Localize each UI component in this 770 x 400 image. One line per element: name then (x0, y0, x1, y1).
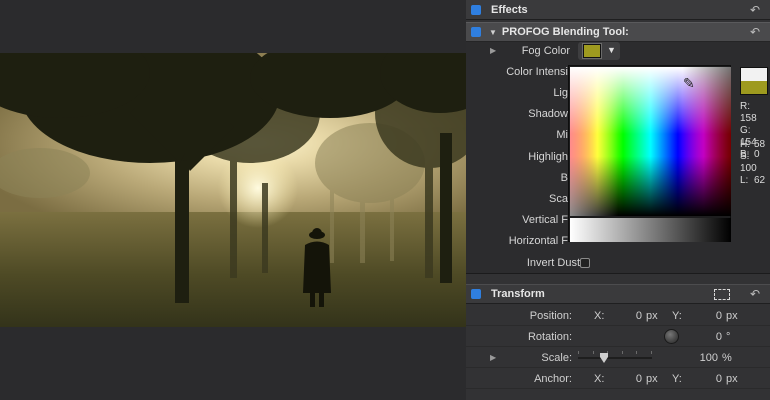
effects-title: Effects (491, 3, 528, 16)
scale-value[interactable]: 100 (688, 352, 718, 364)
invert-dust-label: Invert Dust (526, 257, 580, 269)
effects-header[interactable]: Effects ↶ (466, 0, 770, 20)
param-label: Horizontal F (508, 235, 568, 247)
profog-header[interactable]: ▼ PROFOG Blending Tool: ↶ (466, 22, 770, 42)
hsl-h: H: 58 (740, 139, 766, 150)
hsl-s: S:100 (740, 151, 757, 174)
position-x-key: X: (594, 310, 605, 322)
param-row-invert-dust: Invert Dust (466, 254, 770, 274)
rotation-unit: ° (726, 331, 731, 343)
anchor-label: Anchor: (534, 373, 572, 385)
color-picker-popup: ✎ (568, 65, 731, 242)
onscreen-controls-icon[interactable] (714, 289, 730, 300)
rotation-value[interactable]: 0 (692, 331, 722, 343)
fog-color-swatch[interactable] (582, 43, 602, 59)
expanded-triangle-icon[interactable]: ▼ (489, 28, 497, 37)
current-color-swatch (741, 81, 767, 94)
param-label: Shadow (528, 108, 568, 120)
position-label: Position: (529, 310, 572, 322)
position-y-key: Y: (672, 310, 682, 322)
position-y-unit: px (726, 310, 738, 322)
transform-title: Transform (491, 288, 545, 300)
app-window: Effects ↶ ▼ PROFOG Blending Tool: ↶ ▶ Fo… (0, 0, 770, 400)
color-spectrum[interactable]: ✎ (570, 67, 731, 216)
position-x-value[interactable]: 0 (612, 310, 642, 322)
position-row: Position: X: 0 px Y: 0 px (466, 306, 770, 326)
fog-color-label: Fog Color (521, 45, 570, 57)
profog-enable-checkbox[interactable] (471, 27, 481, 37)
scale-label: Scale: (541, 352, 572, 364)
chevron-down-icon[interactable]: ▼ (607, 45, 616, 55)
anchor-x-key: X: (594, 373, 605, 385)
anchor-y-unit: px (726, 373, 738, 385)
param-label: Vertical F (522, 214, 568, 226)
position-y-value[interactable]: 0 (692, 310, 722, 322)
grayscale-bar[interactable] (570, 218, 731, 242)
param-label: Mi (556, 129, 568, 141)
viewer (0, 0, 466, 400)
color-preview (740, 67, 768, 95)
param-label: Sca (549, 193, 568, 205)
param-label: B (560, 172, 568, 184)
param-label: Lig (553, 87, 568, 99)
anchor-x-value[interactable]: 0 (612, 373, 642, 385)
anchor-row: Anchor: X: 0 px Y: 0 px (466, 369, 770, 389)
reset-icon[interactable]: ↶ (750, 25, 760, 39)
param-label: Color Intensi (506, 66, 568, 78)
rotation-row: Rotation: 0 ° (466, 327, 770, 347)
rotation-label: Rotation: (527, 331, 572, 343)
foggy-trees-photo (0, 53, 466, 307)
disclosure-triangle-icon[interactable]: ▶ (490, 46, 496, 55)
previous-color-swatch (741, 68, 767, 81)
eyedropper-icon[interactable]: ✎ (683, 75, 695, 92)
hsl-readout: H: 58 S:100 L: 62 (740, 139, 770, 187)
viewer-image (0, 53, 466, 327)
invert-dust-checkbox[interactable] (580, 258, 590, 268)
profog-title: PROFOG Blending Tool: (501, 26, 629, 38)
reset-icon[interactable]: ↶ (750, 287, 760, 301)
anchor-y-value[interactable]: 0 (692, 373, 722, 385)
anchor-y-key: Y: (672, 373, 682, 385)
scale-slider[interactable] (578, 353, 652, 363)
transform-header[interactable]: Transform ↶ (466, 284, 770, 304)
anchor-x-unit: px (646, 373, 658, 385)
param-label: Highligh (528, 151, 568, 163)
hsl-l: L: 62 (740, 175, 766, 186)
disclosure-triangle-icon[interactable]: ▶ (490, 353, 496, 362)
scale-row: ▶ Scale: 100 % (466, 348, 770, 368)
reset-icon[interactable]: ↶ (750, 3, 760, 17)
transform-enable-checkbox[interactable] (471, 289, 481, 299)
scale-unit: % (722, 352, 732, 364)
param-row-fog-color: ▶ Fog Color ▼ (466, 42, 770, 62)
rgb-r: R:158 (740, 101, 757, 124)
slider-thumb[interactable] (600, 353, 608, 363)
effects-enable-checkbox[interactable] (471, 4, 481, 15)
position-x-unit: px (646, 310, 658, 322)
rotation-knob[interactable] (664, 329, 679, 344)
